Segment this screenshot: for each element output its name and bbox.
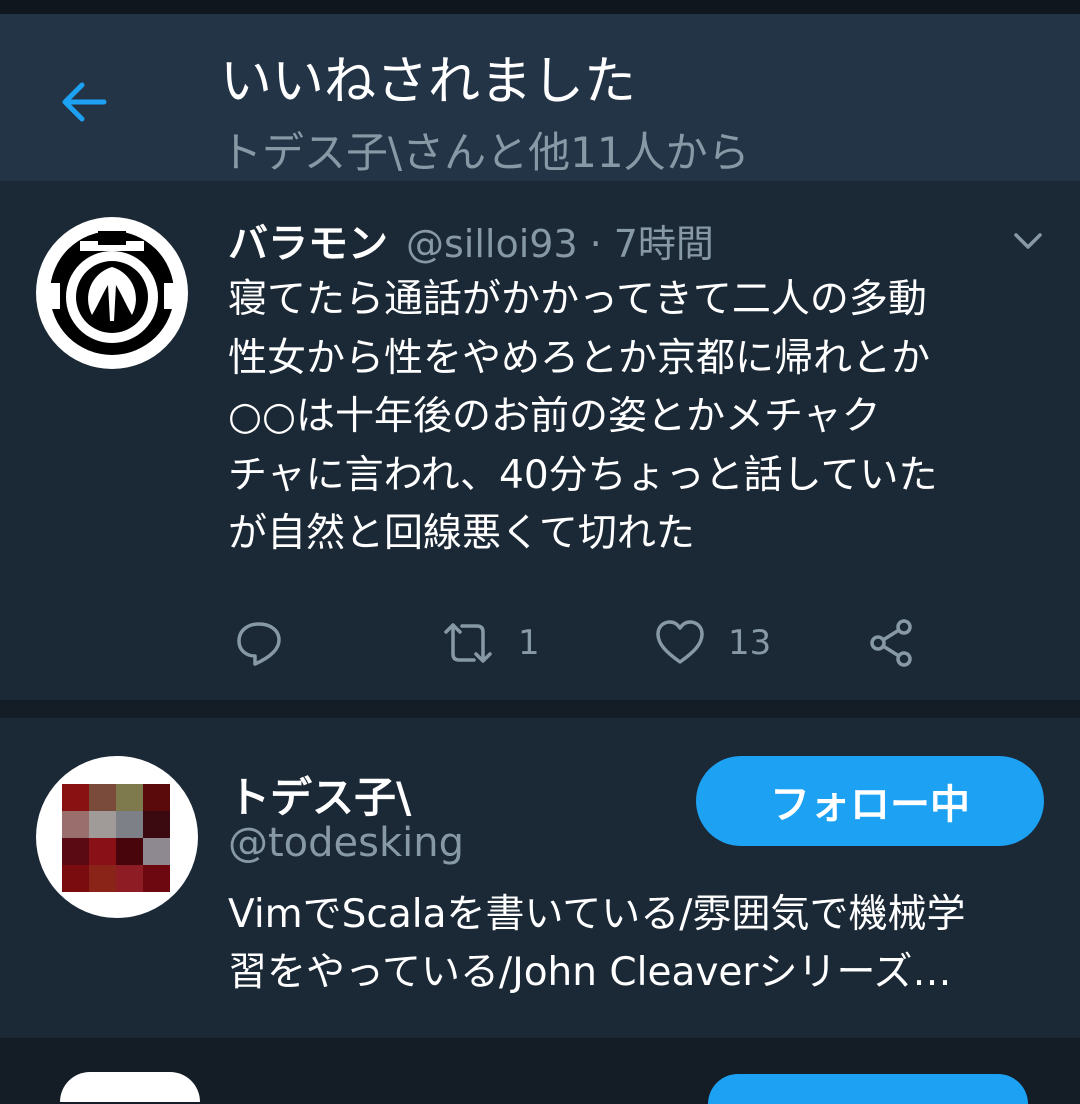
chevron-down-icon	[1014, 233, 1042, 249]
user-bio-line: VimでScalaを書いている/雰囲気で機械学	[228, 892, 966, 937]
section-divider	[0, 700, 1080, 718]
tweet-text-line: ○○は十年後のお前の姿とかメチャク	[228, 394, 881, 439]
avatar[interactable]	[36, 217, 188, 369]
tweet-author-handle[interactable]: @silloi93	[406, 222, 578, 266]
tweet-timestamp[interactable]: 7時間	[614, 213, 714, 268]
arrow-left-icon	[62, 82, 107, 122]
avatar[interactable]	[36, 756, 198, 918]
following-button[interactable]: フォロー中	[696, 756, 1044, 846]
like-count: 13	[728, 623, 772, 663]
app-header: いいねされました トデス子\さんと他11人から	[0, 14, 1080, 181]
avatar[interactable]	[60, 1072, 200, 1102]
tweet-actions: 1 13	[228, 613, 988, 673]
share-icon	[870, 619, 912, 667]
user-handle[interactable]: @todesking	[228, 820, 464, 866]
reply-icon	[237, 622, 281, 666]
user-bio: VimでScalaを書いている/雰囲気で機械学 習をやっている/John Cle…	[228, 886, 1048, 1002]
reply-button[interactable]	[234, 613, 284, 673]
share-button[interactable]	[866, 613, 918, 673]
mosaic-avatar-image	[62, 784, 170, 892]
user-bio-line: 習をやっている/John Cleaverシリーズ…	[228, 950, 952, 995]
retweet-button[interactable]: 1	[440, 613, 540, 673]
tweet-text: 寝てたら通話がかかってきて二人の多動 性女から性をやめろとか京都に帰れとか ○○…	[228, 271, 1028, 564]
like-button[interactable]: 13	[654, 613, 771, 673]
tweet-menu-button[interactable]	[1008, 221, 1048, 261]
tweet-text-line: 寝てたら通話がかかってきて二人の多動	[228, 277, 927, 322]
like-icon	[656, 620, 704, 664]
page-subtitle: トデス子\さんと他11人から	[220, 128, 750, 177]
separator-dot: ·	[589, 222, 602, 266]
back-button[interactable]	[56, 74, 112, 130]
user-logo-icon	[50, 231, 174, 355]
tweet-text-line: が自然と回線悪くて切れた	[228, 511, 695, 556]
tweet-card[interactable]: バラモン @silloi93 · 7時間 寝てたら通話がかかってきて二人の多動 …	[0, 181, 1080, 700]
page-title: いいねされました	[220, 52, 637, 112]
user-display-name[interactable]: トデス子\	[228, 764, 411, 825]
tweet-text-line: 性女から性をやめろとか京都に帰れとか	[228, 335, 931, 381]
tweet-author-name[interactable]: バラモン	[228, 211, 388, 269]
user-list-item[interactable]: トデス子\ @todesking フォロー中 VimでScalaを書いている/雰…	[0, 718, 1080, 1038]
retweet-count: 1	[518, 623, 540, 663]
tweet-text-line: チャに言われ、40分ちょっと話していた	[228, 452, 938, 498]
retweet-icon	[444, 623, 492, 663]
follow-button[interactable]	[708, 1074, 1028, 1104]
status-bar	[0, 0, 1080, 14]
tweet-header: バラモン @silloi93 · 7時間	[228, 211, 714, 267]
